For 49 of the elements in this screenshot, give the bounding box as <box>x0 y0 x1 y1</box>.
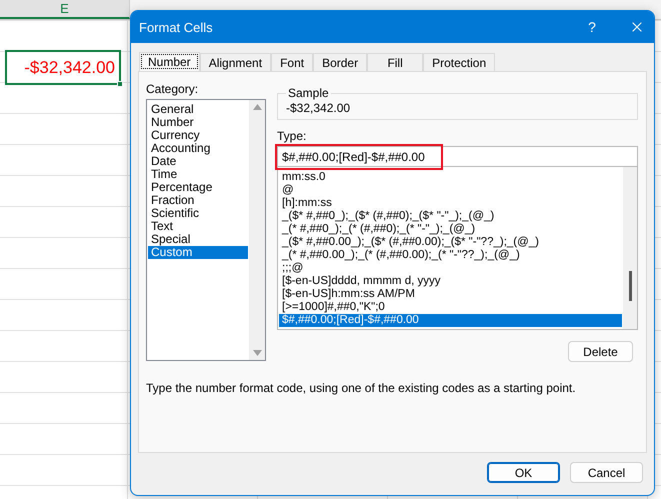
format-item[interactable]: $#,##0.00;[Red]-$#,##0.00 <box>279 314 622 327</box>
format-item[interactable]: _($* #,##0_);_($* (#,##0);_($* "-"_);_(@_) <box>279 210 622 223</box>
format-item[interactable]: _(* #,##0.00_);_(* (#,##0.00);_(* "-"??_);_(@_) <box>279 249 622 262</box>
category-item[interactable]: Number <box>148 116 248 129</box>
scroll-down-icon[interactable] <box>252 350 262 356</box>
category-item[interactable]: General <box>148 103 248 116</box>
category-item[interactable]: Special <box>148 233 248 246</box>
tab[interactable]: Number <box>139 52 200 71</box>
format-item[interactable]: [>=1000]#,##0,"K";0 <box>279 301 622 314</box>
category-item[interactable]: Scientific <box>148 207 248 220</box>
category-item[interactable]: Percentage <box>148 181 248 194</box>
scroll-up-icon[interactable] <box>252 104 262 110</box>
scrollbar[interactable] <box>623 167 637 329</box>
window-title: Format Cells <box>139 20 214 34</box>
format-item[interactable]: [$-en-US]dddd, mmmm d, yyyy <box>279 275 622 288</box>
format-item[interactable]: [h]:mm:ss <box>279 197 622 210</box>
category-item[interactable]: Fraction <box>148 194 248 207</box>
cancel-button[interactable]: Cancel <box>570 462 643 483</box>
type-label: Type: <box>277 129 308 143</box>
tab[interactable]: Fill <box>367 53 424 71</box>
category-item[interactable]: Currency <box>148 129 248 142</box>
tab[interactable]: Font <box>271 53 314 71</box>
sample-value: -$32,342.00 <box>286 101 352 115</box>
format-item[interactable]: ;;;@ <box>279 262 622 275</box>
sample-label: Sample <box>287 86 330 100</box>
tab[interactable]: Border <box>313 53 368 71</box>
category-label: Category: <box>146 82 200 96</box>
format-list[interactable] <box>277 167 638 330</box>
category-item[interactable]: Accounting <box>148 142 248 155</box>
format-item[interactable]: @ <box>279 184 622 197</box>
description-text: Type the number format code, using one of the existing codes as a starting point. <box>146 381 577 395</box>
format-item[interactable]: _($* #,##0.00_);_($* (#,##0.00);_($* "-"??_);_(@_) <box>279 236 622 249</box>
category-item[interactable]: Date <box>148 155 248 168</box>
column-header[interactable]: E <box>0 0 130 19</box>
ok-button[interactable]: OK <box>487 462 560 483</box>
tab[interactable]: Alignment <box>200 53 272 71</box>
format-item[interactable]: [$-en-US]h:mm:ss AM/PM <box>279 288 622 301</box>
format-item[interactable]: _(* #,##0_);_(* (#,##0);_(* "-"_);_(@_) <box>279 223 622 236</box>
category-item[interactable]: Text <box>148 220 248 233</box>
category-item[interactable]: Custom <box>148 246 248 259</box>
category-item[interactable]: Time <box>148 168 248 181</box>
type-field[interactable]: $#,##0.00;[Red]-$#,##0.00 <box>277 146 638 167</box>
help-button[interactable]: ? <box>572 19 612 35</box>
delete-button[interactable]: Delete <box>568 341 633 362</box>
selected-cell[interactable]: -$32,342.00 <box>5 50 121 85</box>
scrollbar[interactable] <box>249 100 265 360</box>
category-list[interactable]: General Number Currency Accounting Date Time Percentage Fraction Scientific Text Special Custom <box>146 99 266 361</box>
tab[interactable]: Protection <box>423 53 496 71</box>
format-item[interactable]: mm:ss.0 <box>279 171 622 184</box>
